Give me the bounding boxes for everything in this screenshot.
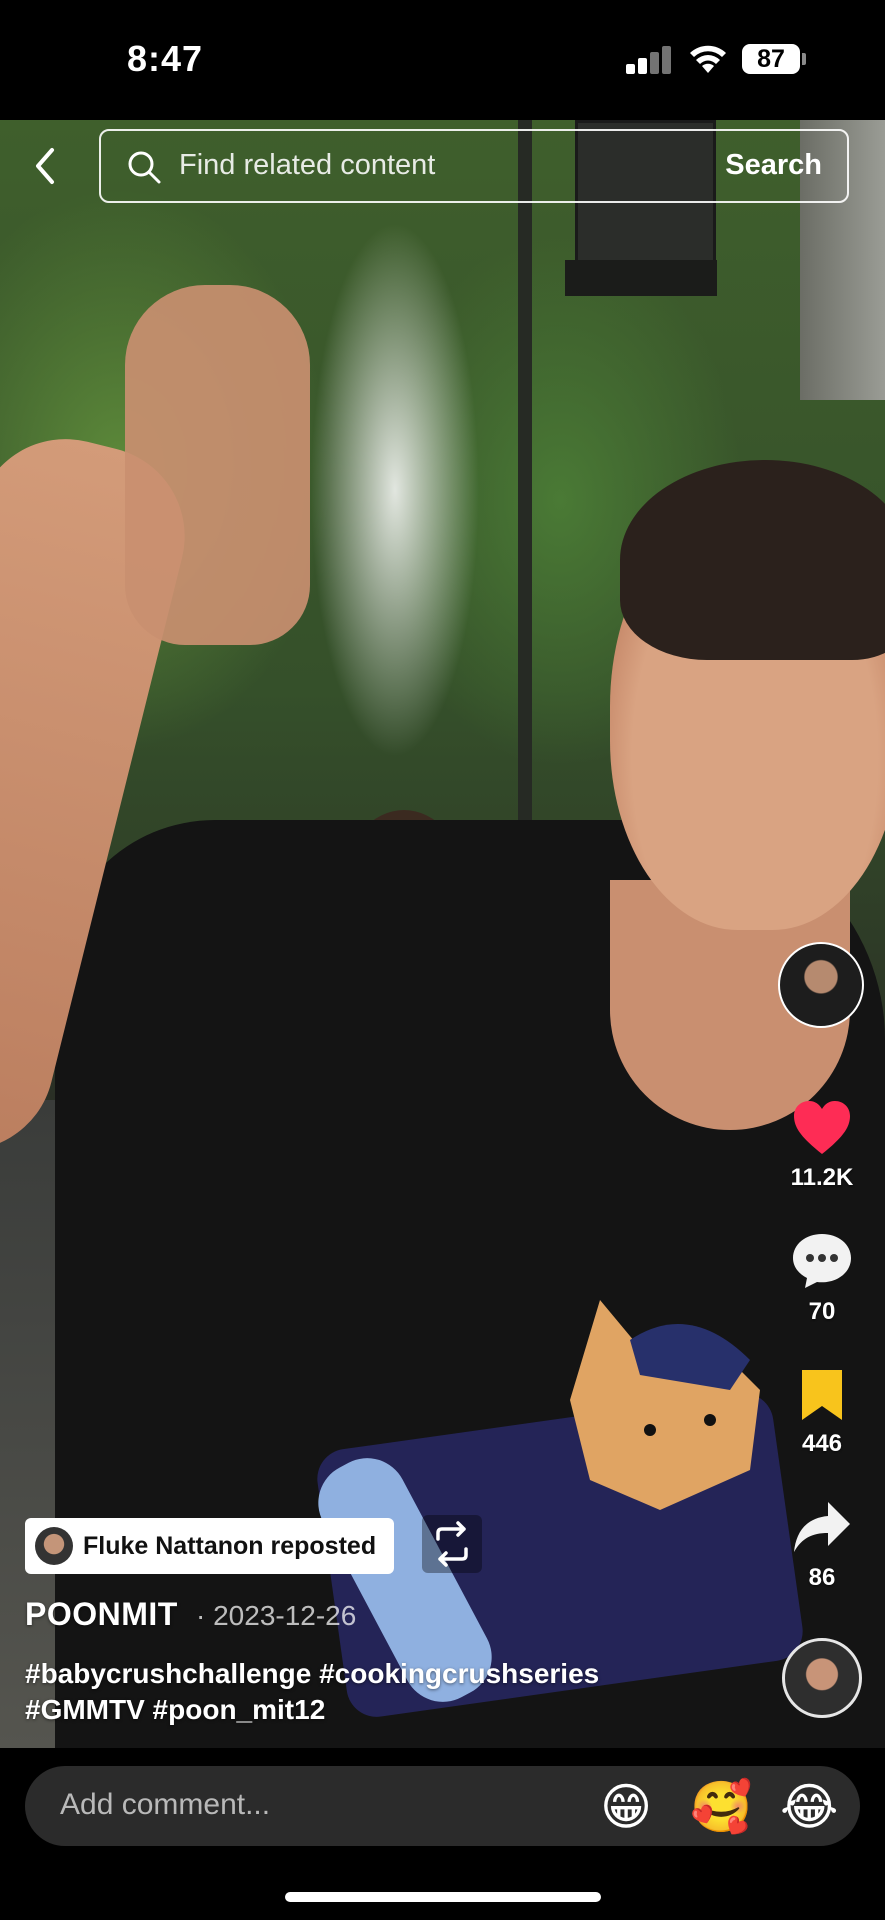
smiling-hearts-emoji-button[interactable]: 🥰	[690, 1778, 752, 1837]
bookmark-icon	[802, 1370, 842, 1420]
search-bar[interactable]: Find related content Search	[99, 129, 849, 203]
author-username[interactable]: POONMIT	[25, 1596, 178, 1633]
caption-line-2[interactable]: #GMMTV #poon_mit12	[25, 1692, 725, 1728]
video-player[interactable]	[0, 120, 885, 1748]
comment-placeholder[interactable]: Add comment...	[60, 1788, 270, 1822]
comment-button[interactable]: 70	[772, 1232, 872, 1326]
creator-avatar[interactable]	[778, 942, 864, 1028]
post-date: · 2023-12-26	[196, 1600, 357, 1631]
cellular-signal-icon	[626, 46, 672, 74]
heart-icon	[794, 1101, 850, 1154]
search-button[interactable]: Search	[725, 149, 822, 182]
repost-badge[interactable]: Fluke Nattanon reposted	[25, 1518, 395, 1574]
like-count: 11.2K	[790, 1164, 854, 1191]
search-input[interactable]: Find related content	[179, 149, 435, 182]
save-button[interactable]: 446	[772, 1368, 872, 1458]
waving-hand	[125, 285, 310, 645]
comment-icon	[793, 1234, 851, 1288]
share-count: 86	[808, 1564, 836, 1591]
search-icon	[128, 151, 161, 184]
fox-print-graphic	[570, 1300, 760, 1510]
post-caption[interactable]: #babycrushchallenge #cookingcrushseries …	[25, 1656, 725, 1728]
share-arrow-icon	[794, 1502, 850, 1552]
comment-count: 70	[808, 1298, 836, 1325]
status-bar: 8:47 87	[0, 0, 885, 120]
repost-icon[interactable]	[422, 1515, 482, 1573]
status-time: 8:47	[127, 38, 204, 79]
home-indicator[interactable]	[285, 1892, 601, 1902]
lamp-pole	[518, 120, 532, 840]
repost-label: Fluke Nattanon reposted	[83, 1531, 377, 1560]
battery-indicator: 87	[742, 44, 800, 74]
tears-of-joy-emoji-button[interactable]: 😂	[780, 1778, 838, 1836]
caption-line-1[interactable]: #babycrushchallenge #cookingcrushseries	[25, 1656, 725, 1692]
back-arrow-icon[interactable]	[26, 144, 66, 188]
battery-tip	[802, 53, 806, 65]
share-button[interactable]: 86	[772, 1500, 872, 1592]
lamp-base	[565, 260, 717, 296]
grinning-emoji-button[interactable]: 😁	[600, 1778, 652, 1836]
reposter-avatar	[35, 1527, 73, 1565]
wifi-icon	[690, 45, 726, 73]
save-count: 446	[801, 1430, 843, 1457]
main-person-hair	[620, 460, 885, 660]
like-button[interactable]: 11.2K	[772, 1100, 872, 1192]
music-disc[interactable]	[782, 1638, 862, 1718]
